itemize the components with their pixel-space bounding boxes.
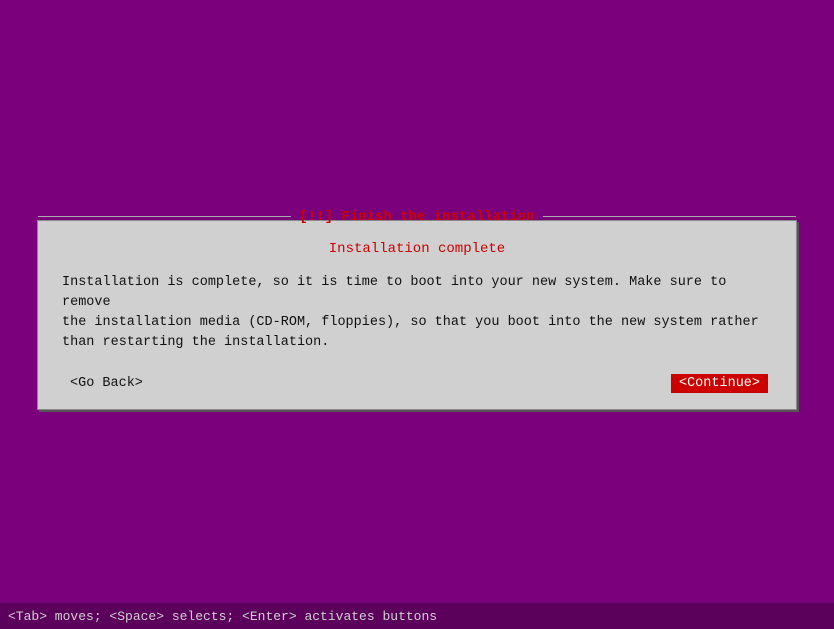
dialog-body: Installation complete Installation is co… bbox=[38, 221, 796, 409]
status-bar-text: <Tab> moves; <Space> selects; <Enter> ac… bbox=[8, 609, 437, 624]
dialog-message: Installation is complete, so it is time … bbox=[62, 273, 772, 354]
title-line-left bbox=[38, 216, 291, 217]
dialog-subtitle: Installation complete bbox=[62, 241, 772, 257]
dialog-title-bar: [!!] Finish the installation bbox=[38, 209, 796, 225]
status-bar: <Tab> moves; <Space> selects; <Enter> ac… bbox=[0, 603, 834, 629]
continue-button[interactable]: <Continue> bbox=[671, 374, 768, 393]
go-back-button[interactable]: <Go Back> bbox=[66, 374, 147, 393]
title-line-right bbox=[543, 216, 796, 217]
dialog-buttons: <Go Back> <Continue> bbox=[62, 374, 772, 393]
finish-installation-dialog: [!!] Finish the installation Installatio… bbox=[37, 220, 797, 410]
dialog-title: [!!] Finish the installation bbox=[295, 209, 538, 225]
